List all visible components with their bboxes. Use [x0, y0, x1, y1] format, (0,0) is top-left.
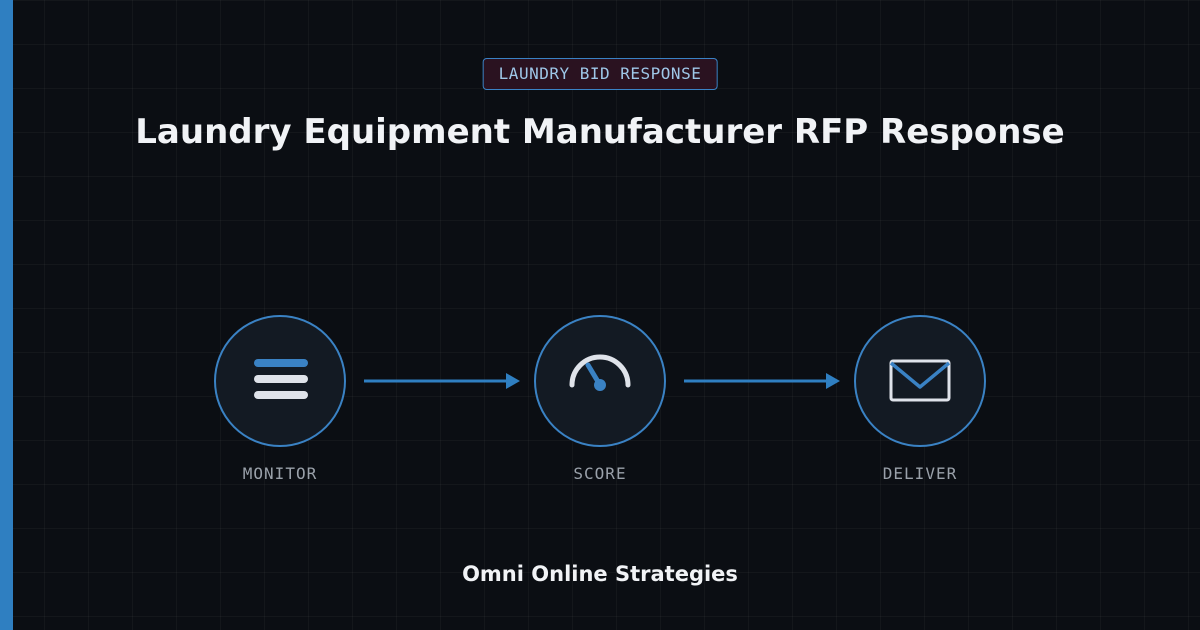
step-deliver — [854, 315, 986, 447]
arrow-right-icon — [684, 373, 840, 389]
company-name: Omni Online Strategies — [462, 562, 738, 586]
category-badge: LAUNDRY BID RESPONSE — [482, 58, 718, 90]
step-label-deliver: DELIVER — [882, 464, 958, 483]
step-label-monitor: MONITOR — [242, 464, 318, 483]
list-icon — [254, 359, 308, 399]
page-title: Laundry Equipment Manufacturer RFP Respo… — [135, 112, 1065, 152]
gauge-icon — [569, 354, 631, 391]
step-label-score: SCORE — [573, 464, 627, 483]
step-monitor — [214, 315, 346, 447]
arrow-right-icon — [364, 373, 520, 389]
left-accent-bar — [0, 0, 13, 630]
envelope-icon — [889, 359, 951, 402]
step-score — [534, 315, 666, 447]
